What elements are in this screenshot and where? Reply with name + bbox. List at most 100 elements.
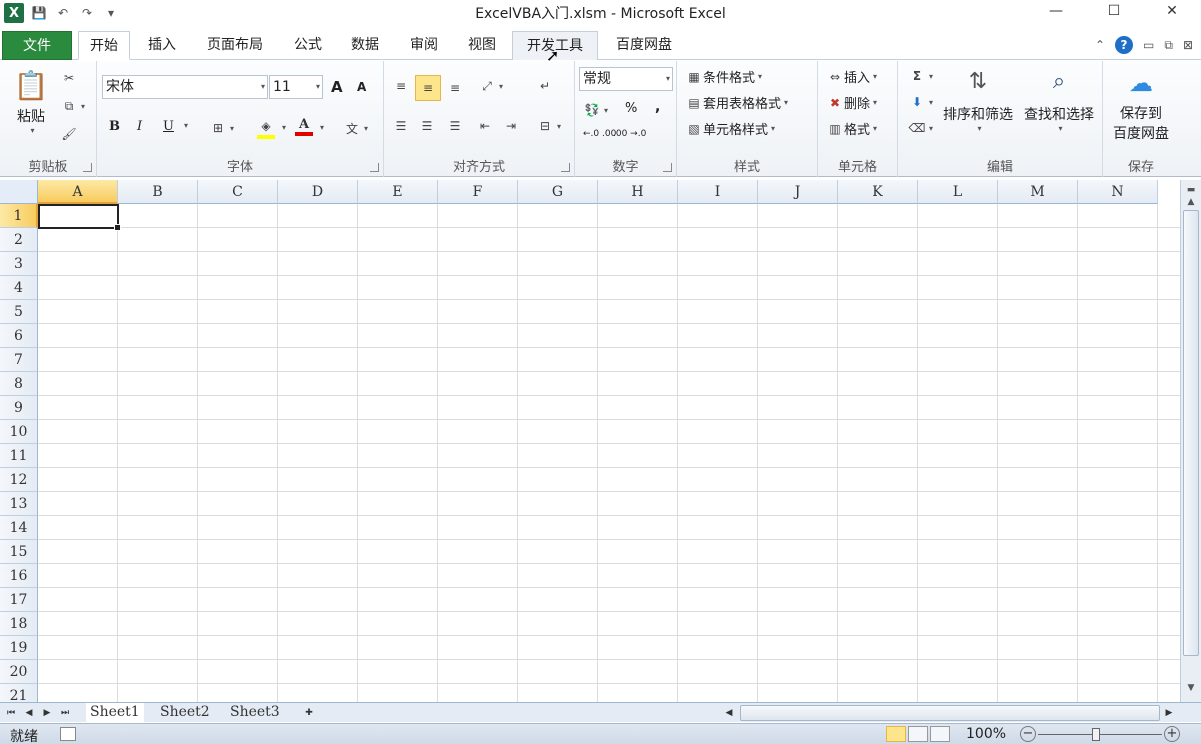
- fill-color-button[interactable]: ◈: [257, 117, 275, 139]
- row-header-5[interactable]: 5: [0, 300, 38, 324]
- column-header-a[interactable]: A: [38, 180, 118, 204]
- increase-decimal-button[interactable]: ←.0 .00: [583, 129, 616, 139]
- fill-color-dropdown[interactable]: ▾: [279, 123, 286, 132]
- grow-font-button[interactable]: A: [331, 78, 343, 96]
- underline-dropdown[interactable]: ▾: [181, 121, 188, 130]
- row-header-11[interactable]: 11: [0, 444, 38, 468]
- active-cell-a1[interactable]: [38, 204, 121, 231]
- zoom-out-button[interactable]: −: [1020, 726, 1036, 742]
- zoom-in-button[interactable]: +: [1164, 726, 1180, 742]
- vertical-scroll-thumb[interactable]: [1183, 210, 1199, 656]
- column-header-c[interactable]: C: [198, 180, 278, 204]
- merge-center-button[interactable]: ⊟ ▾: [536, 117, 561, 135]
- zoom-level[interactable]: 100%: [966, 726, 1006, 742]
- tab-file[interactable]: 文件: [2, 31, 72, 60]
- font-color-button[interactable]: A: [295, 117, 313, 136]
- format-as-table-button[interactable]: ▤ 套用表格格式 ▾: [685, 93, 788, 113]
- insert-sheet-icon[interactable]: ✚: [300, 705, 318, 720]
- dialog-launcher-icon[interactable]: [370, 163, 379, 172]
- number-format-select[interactable]: 常规 ▾: [579, 67, 673, 91]
- increase-indent-button[interactable]: ⇥: [502, 117, 520, 135]
- orientation-button[interactable]: ⤢ ▾: [478, 77, 503, 95]
- align-top-button[interactable]: ≡: [392, 77, 410, 95]
- decrease-indent-button[interactable]: ⇤: [476, 117, 494, 135]
- column-header-k[interactable]: K: [838, 180, 918, 204]
- sort-filter-button[interactable]: ⇅ 排序和筛选 ▾: [940, 69, 1016, 133]
- row-header-16[interactable]: 16: [0, 564, 38, 588]
- doc-restore-icon[interactable]: ⧉: [1164, 38, 1173, 53]
- row-header-6[interactable]: 6: [0, 324, 38, 348]
- record-macro-icon[interactable]: [60, 727, 76, 741]
- shrink-font-button[interactable]: A: [357, 80, 366, 94]
- align-left-button[interactable]: ☰: [392, 117, 410, 135]
- worksheet[interactable]: ABCDEFGHIJKLMN 1 2 3 4 5 6 7 8 9 10 11 12 13 14 15 16 17…: [0, 180, 1180, 702]
- format-painter-button[interactable]: 🖌: [60, 125, 78, 143]
- horizontal-scroll-thumb[interactable]: [740, 705, 1160, 721]
- sheet-tab-2[interactable]: Sheet2: [156, 703, 214, 723]
- column-header-f[interactable]: F: [438, 180, 518, 204]
- next-sheet-icon[interactable]: ▶: [40, 705, 54, 720]
- column-header-e[interactable]: E: [358, 180, 438, 204]
- column-header-n[interactable]: N: [1078, 180, 1158, 204]
- copy-button[interactable]: ⧉ ▾: [60, 97, 85, 115]
- font-name-select[interactable]: 宋体 ▾: [102, 75, 268, 99]
- scroll-left-icon[interactable]: ◀: [722, 705, 736, 720]
- doc-minimize-icon[interactable]: ▭: [1143, 38, 1154, 52]
- row-header-18[interactable]: 18: [0, 612, 38, 636]
- row-header-12[interactable]: 12: [0, 468, 38, 492]
- row-header-8[interactable]: 8: [0, 372, 38, 396]
- scroll-up-icon[interactable]: ▲: [1183, 194, 1199, 210]
- accounting-format-button[interactable]: 💱 ▾: [583, 101, 609, 119]
- tab-insert[interactable]: 插入: [136, 31, 188, 60]
- row-header-13[interactable]: 13: [0, 492, 38, 516]
- row-header-19[interactable]: 19: [0, 636, 38, 660]
- column-header-b[interactable]: B: [118, 180, 198, 204]
- vertical-scrollbar[interactable]: ▬ ▲ ▼: [1180, 180, 1201, 702]
- row-header-10[interactable]: 10: [0, 420, 38, 444]
- row-header-21[interactable]: 21: [0, 684, 38, 702]
- dialog-launcher-icon[interactable]: [83, 163, 92, 172]
- sheet-tab-3[interactable]: Sheet3: [226, 703, 284, 723]
- horizontal-scrollbar[interactable]: ◀ ▶: [722, 705, 1178, 721]
- help-icon[interactable]: ?: [1115, 36, 1134, 54]
- column-header-m[interactable]: M: [998, 180, 1078, 204]
- save-to-baidu-button[interactable]: ☁ 保存到 百度网盘: [1105, 69, 1177, 143]
- row-header-15[interactable]: 15: [0, 540, 38, 564]
- row-header-3[interactable]: 3: [0, 252, 38, 276]
- paste-button[interactable]: 📋 粘贴 ▾: [14, 69, 49, 135]
- row-header-20[interactable]: 20: [0, 660, 38, 684]
- row-header-17[interactable]: 17: [0, 588, 38, 612]
- align-bottom-button[interactable]: ≡: [446, 79, 464, 97]
- wrap-text-button[interactable]: ↵: [536, 77, 554, 95]
- row-header-14[interactable]: 14: [0, 516, 38, 540]
- first-sheet-icon[interactable]: ⏮: [4, 705, 18, 720]
- conditional-formatting-button[interactable]: ▦ 条件格式 ▾: [685, 67, 762, 87]
- scroll-right-icon[interactable]: ▶: [1162, 705, 1176, 720]
- column-header-j[interactable]: J: [758, 180, 838, 204]
- row-header-7[interactable]: 7: [0, 348, 38, 372]
- row-header-9[interactable]: 9: [0, 396, 38, 420]
- doc-close-icon[interactable]: ⊠: [1183, 38, 1193, 52]
- find-select-button[interactable]: ⌕ 查找和选择 ▾: [1020, 69, 1098, 133]
- column-header-i[interactable]: I: [678, 180, 758, 204]
- insert-cells-button[interactable]: ⇔ 插入 ▾: [826, 67, 877, 87]
- fill-button[interactable]: ⬇ ▾: [908, 93, 933, 111]
- page-break-view-button[interactable]: [930, 726, 950, 742]
- zoom-slider[interactable]: − +: [1020, 726, 1180, 742]
- percent-button[interactable]: %: [625, 101, 637, 116]
- font-color-dropdown[interactable]: ▾: [317, 123, 324, 132]
- border-button[interactable]: ⊞ ▾: [209, 119, 234, 137]
- underline-button[interactable]: U: [163, 119, 174, 134]
- autosum-button[interactable]: Σ ▾: [908, 67, 933, 85]
- last-sheet-icon[interactable]: ⏭: [58, 705, 72, 720]
- cut-button[interactable]: ✂: [60, 69, 78, 87]
- align-center-button[interactable]: ☰: [418, 117, 436, 135]
- bold-button[interactable]: B: [109, 119, 120, 134]
- column-header-d[interactable]: D: [278, 180, 358, 204]
- tab-data[interactable]: 数据: [340, 31, 390, 60]
- delete-cells-button[interactable]: ✖ 删除 ▾: [826, 93, 877, 113]
- row-header-4[interactable]: 4: [0, 276, 38, 300]
- zoom-knob[interactable]: [1092, 728, 1100, 741]
- tab-review[interactable]: 审阅: [399, 31, 449, 60]
- normal-view-button[interactable]: [886, 726, 906, 742]
